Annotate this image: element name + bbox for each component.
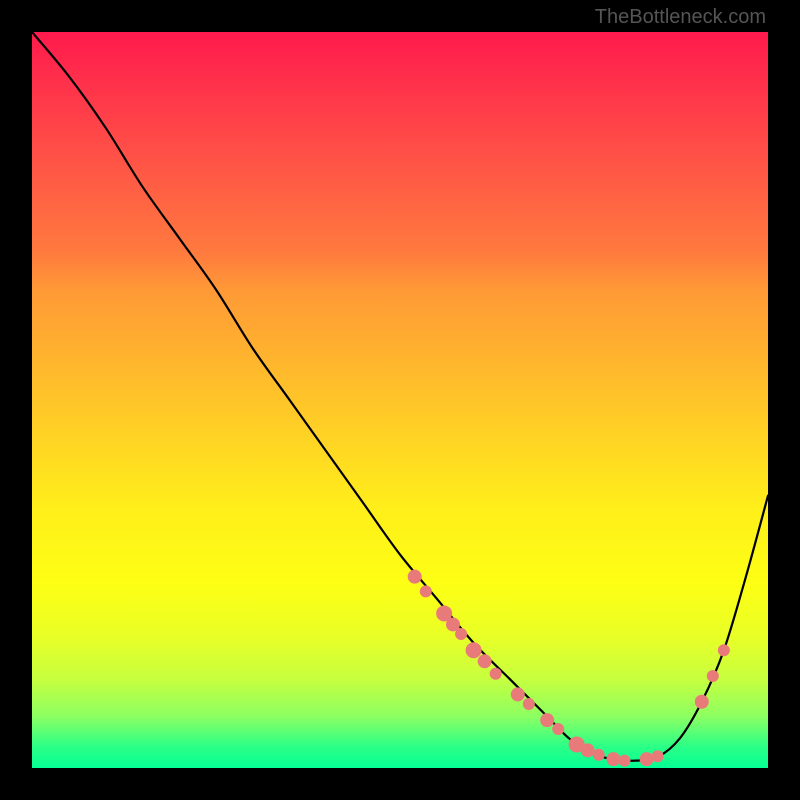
bottleneck-curve [32,32,768,761]
curve-marker [581,743,595,757]
attribution-text: TheBottleneck.com [595,6,766,29]
curve-marker [695,695,709,709]
curve-marker [718,644,730,656]
curve-marker [618,755,630,767]
curve-marker [707,670,719,682]
curve-marker [466,642,482,658]
curve-marker [511,687,525,701]
curve-marker [640,752,654,766]
curve-marker [455,628,467,640]
curve-marker [523,698,535,710]
curve-marker [408,570,422,584]
curve-marker [652,750,664,762]
curve-marker [490,668,502,680]
curve-marker [552,723,564,735]
curve-marker [540,713,554,727]
curve-marker [420,585,432,597]
chart-svg [32,32,768,768]
curve-marker [606,752,620,766]
curve-marker [478,654,492,668]
curve-marker [593,749,605,761]
